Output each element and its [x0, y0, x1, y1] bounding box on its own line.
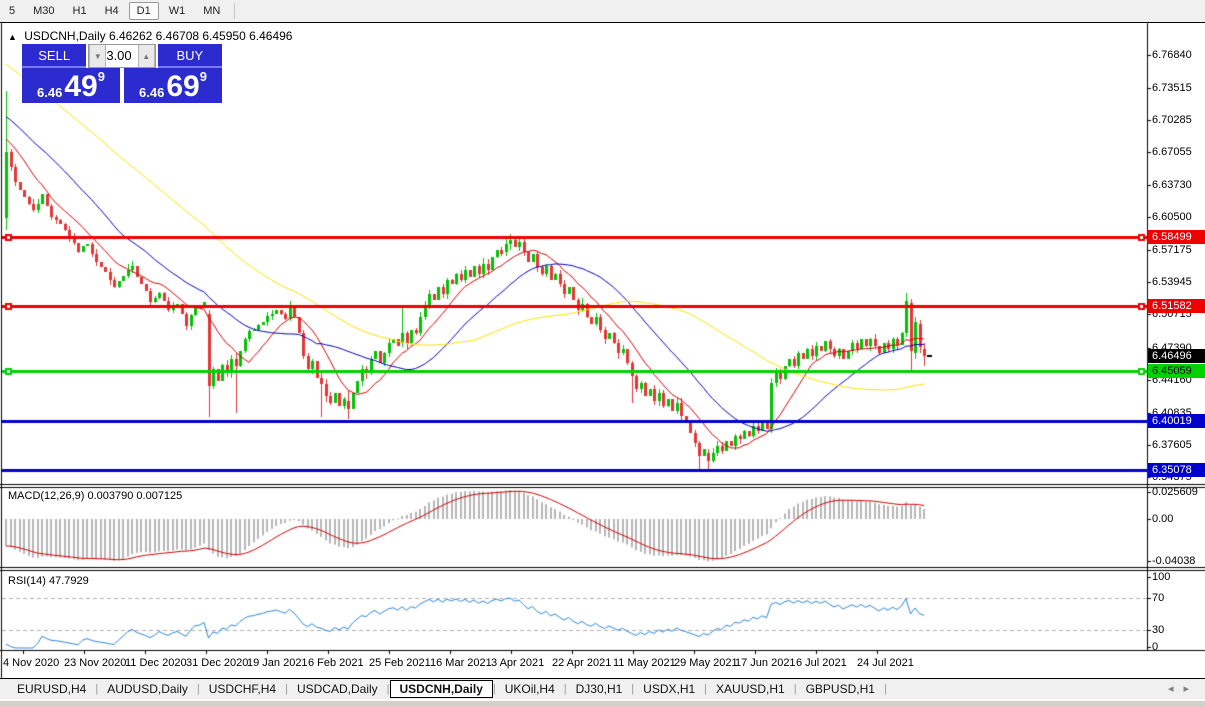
chart-tab-audusd[interactable]: AUDUSD,Daily — [98, 680, 197, 698]
price-axis-label: 6.57175 — [1152, 244, 1204, 256]
volume-spinner[interactable]: ▼ 3.00 ▲ — [88, 44, 155, 68]
tab-scroll-right-icon[interactable]: ▸ — [1183, 683, 1199, 695]
chart-tab-usdcad[interactable]: USDCAD,Daily — [288, 680, 387, 698]
chart-tab-eurusd[interactable]: EURUSD,H4 — [8, 680, 95, 698]
chart-tab-dj30[interactable]: DJ30,H1 — [567, 680, 632, 698]
date-axis-label: 25 Feb 2021 — [369, 657, 431, 669]
date-axis-label: 17 Jun 2021 — [735, 657, 796, 669]
buy-price-prefix: 6.46 — [139, 86, 164, 100]
date-axis-label: 11 May 2021 — [613, 657, 676, 669]
sell-button[interactable]: SELL — [22, 44, 86, 68]
tab-scroll-left-icon[interactable]: ◂ — [1168, 683, 1184, 695]
chart-tab-bar: EURUSD,H4|AUDUSD,Daily|USDCHF,H4|USDCAD,… — [0, 679, 1205, 699]
buy-price[interactable]: 6.46 69 9 — [124, 68, 222, 103]
date-axis-label: 22 Apr 2021 — [552, 657, 611, 669]
chart-symbol: USDCNH,Daily — [24, 29, 105, 43]
rsi-axis-label: 0 — [1152, 641, 1204, 653]
date-axis-label: 3 Apr 2021 — [491, 657, 544, 669]
rsi-axis-label: 70 — [1152, 592, 1204, 604]
price-axis-label: 6.76840 — [1152, 49, 1204, 61]
date-axis-label: 29 May 2021 — [674, 657, 738, 669]
date-axis-label: 19 Jan 2021 — [247, 657, 308, 669]
date-axis-label: 6 Jul 2021 — [796, 657, 847, 669]
date-axis-label: 11 Dec 2020 — [125, 657, 187, 669]
triangle-icon: ▲ — [8, 32, 17, 42]
chart-tab-usdx[interactable]: USDX,H1 — [634, 680, 704, 698]
level-price-label: 6.40019 — [1148, 414, 1205, 428]
chart-tab-xauusd[interactable]: XAUUSD,H1 — [707, 680, 794, 698]
sell-price-prefix: 6.46 — [37, 86, 62, 100]
date-axis-label: 31 Dec 2020 — [186, 657, 248, 669]
mt4-window: 5M30H1H4D1W1MN ▲ USDCNH,Daily 6.46262 6.… — [0, 0, 1205, 707]
date-axis-label: 16 Mar 2021 — [430, 657, 492, 669]
level-price-label: 6.51582 — [1148, 299, 1205, 313]
buy-price-sup: 9 — [200, 70, 207, 83]
price-axis-label: 6.63730 — [1152, 179, 1204, 191]
rsi-axis-label: 30 — [1152, 624, 1204, 636]
macd-label: MACD(12,26,9) 0.003790 0.007125 — [8, 490, 182, 502]
volume-increase-icon[interactable]: ▲ — [138, 45, 155, 67]
chart-tab-gbpusd[interactable]: GBPUSD,H1 — [797, 680, 884, 698]
macd-axis-label: -0.04038 — [1152, 555, 1204, 567]
tab-separator: | — [884, 683, 887, 695]
chart-tab-usdchf[interactable]: USDCHF,H4 — [200, 680, 285, 698]
current-price-label: 6.46496 — [1148, 349, 1205, 363]
rsi-label: RSI(14) 47.7929 — [8, 575, 89, 587]
price-chart-canvas[interactable] — [0, 0, 1205, 707]
chart-title: ▲ USDCNH,Daily 6.46262 6.46708 6.45950 6… — [8, 29, 292, 43]
price-axis-label: 6.53945 — [1152, 276, 1204, 288]
chart-tab-usdcnh[interactable]: USDCNH,Daily — [390, 680, 493, 698]
sell-price-sup: 9 — [98, 70, 105, 83]
buy-button[interactable]: BUY — [158, 44, 222, 68]
price-axis-label: 6.73515 — [1152, 82, 1204, 94]
date-axis-label: 24 Jul 2021 — [857, 657, 914, 669]
level-price-label: 6.45059 — [1148, 364, 1205, 378]
sell-price-big: 49 — [64, 74, 97, 100]
price-axis-label: 6.70285 — [1152, 114, 1204, 126]
buy-price-big: 69 — [166, 74, 199, 100]
macd-axis-label: 0.025609 — [1152, 486, 1204, 498]
sell-price[interactable]: 6.46 49 9 — [22, 68, 120, 103]
price-axis-label: 6.67055 — [1152, 146, 1204, 158]
date-axis-label: 4 Nov 2020 — [3, 657, 59, 669]
macd-axis-label: 0.00 — [1152, 513, 1204, 525]
tab-scroll-arrows[interactable]: ◂▸ — [1168, 682, 1199, 695]
date-axis-label: 6 Feb 2021 — [308, 657, 364, 669]
chart-ohlc-values: 6.46262 6.46708 6.45950 6.46496 — [109, 29, 293, 43]
rsi-axis-label: 100 — [1152, 571, 1204, 583]
date-axis-label: 23 Nov 2020 — [64, 657, 126, 669]
price-axis-label: 6.60500 — [1152, 211, 1204, 223]
level-price-label: 6.35078 — [1148, 463, 1205, 477]
status-bar — [0, 700, 1205, 707]
volume-decrease-icon[interactable]: ▼ — [89, 45, 106, 67]
volume-value[interactable]: 3.00 — [106, 45, 137, 67]
one-click-trade-panel: SELL ▼ 3.00 ▲ BUY 6.46 49 9 6.46 69 9 — [22, 44, 222, 105]
level-price-label: 6.58499 — [1148, 230, 1205, 244]
price-axis-label: 6.37605 — [1152, 439, 1204, 451]
chart-tab-ukoil[interactable]: UKOil,H4 — [496, 680, 564, 698]
